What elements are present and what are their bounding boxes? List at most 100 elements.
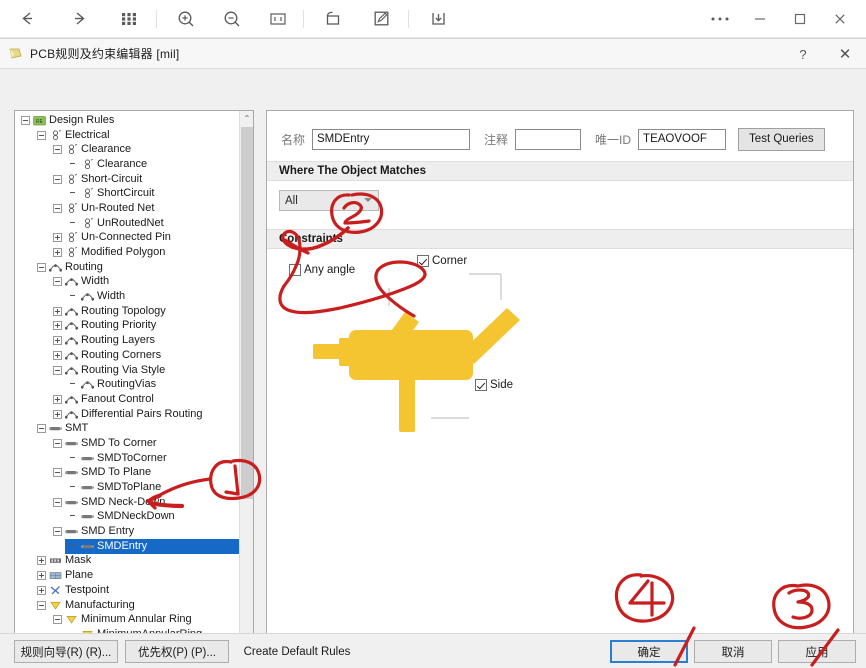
expand-icon[interactable] bbox=[53, 233, 62, 242]
tree-item-unroutednet[interactable]: UnRoutedNet bbox=[15, 216, 240, 231]
back-arrow-icon[interactable] bbox=[10, 4, 44, 34]
tree-item-smdneckdown[interactable]: SMDNeckDown bbox=[15, 510, 240, 525]
checkbox-any-angle[interactable]: Any angle bbox=[289, 264, 355, 276]
dialog-help-button[interactable]: ? bbox=[782, 39, 824, 69]
tree-item-smd-entry[interactable]: SMD Entry bbox=[15, 524, 240, 539]
dialog-title: PCB规则及约束编辑器 [mil] bbox=[30, 45, 179, 62]
scope-select[interactable]: All bbox=[279, 190, 379, 211]
tree-item-fanout-control[interactable]: Fanout Control bbox=[15, 392, 240, 407]
tree-item-routing-corners[interactable]: Routing Corners bbox=[15, 348, 240, 363]
expand-icon[interactable] bbox=[53, 410, 62, 419]
tree-item-shortcircuit[interactable]: ShortCircuit bbox=[15, 186, 240, 201]
tree-scroll-up-button[interactable]: ⌃ bbox=[240, 111, 254, 126]
tree-item-routing[interactable]: Routing bbox=[15, 260, 240, 275]
rule-comment-input[interactable] bbox=[515, 129, 581, 150]
zoom-in-icon[interactable] bbox=[169, 4, 203, 34]
cancel-button[interactable]: 取消 bbox=[694, 640, 772, 663]
collapse-icon[interactable] bbox=[53, 175, 62, 184]
tree-item-mask[interactable]: Mask bbox=[15, 554, 240, 569]
collapse-icon[interactable] bbox=[53, 498, 62, 507]
tree-item-testpoint[interactable]: Testpoint bbox=[15, 583, 240, 598]
rule-name-input[interactable]: SMDEntry bbox=[312, 129, 470, 150]
ok-button[interactable]: 确定 bbox=[610, 640, 688, 663]
tree-item-un-connected-pin[interactable]: Un-Connected Pin bbox=[15, 231, 240, 246]
tree-item-routing-topology[interactable]: Routing Topology bbox=[15, 304, 240, 319]
tree-item-clearance[interactable]: Clearance bbox=[15, 157, 240, 172]
expand-icon[interactable] bbox=[53, 395, 62, 404]
grid-view-icon[interactable] bbox=[112, 4, 146, 34]
tree-item-label: ShortCircuit bbox=[97, 188, 154, 199]
checkbox-corner-box[interactable] bbox=[417, 255, 429, 267]
collapse-icon[interactable] bbox=[53, 145, 62, 154]
tree-item-modified-polygon[interactable]: Modified Polygon bbox=[15, 245, 240, 260]
tree-item-manufacturing[interactable]: Manufacturing bbox=[15, 598, 240, 613]
tree-item-design-rules[interactable]: REDesign Rules bbox=[15, 113, 240, 128]
tree-item-routing-priority[interactable]: Routing Priority bbox=[15, 319, 240, 334]
collapse-icon[interactable] bbox=[53, 468, 62, 477]
expand-icon[interactable] bbox=[53, 351, 62, 360]
collapse-icon[interactable] bbox=[37, 263, 46, 272]
checkbox-any-angle-box[interactable] bbox=[289, 264, 301, 276]
expand-icon[interactable] bbox=[53, 307, 62, 316]
tree-item-smdentry[interactable]: SMDEntry bbox=[65, 539, 240, 554]
rule-unique-id-input[interactable]: TEAOVOOF bbox=[638, 129, 726, 150]
window-close-button[interactable] bbox=[820, 4, 860, 34]
tree-scrollbar-thumb[interactable] bbox=[241, 127, 253, 499]
collapse-icon[interactable] bbox=[37, 424, 46, 433]
collapse-icon[interactable] bbox=[37, 131, 46, 140]
expand-icon[interactable] bbox=[37, 556, 46, 565]
expand-icon[interactable] bbox=[53, 321, 62, 330]
expand-icon[interactable] bbox=[37, 571, 46, 580]
apply-button[interactable]: 应用 bbox=[778, 640, 856, 663]
tree-item-un-routed-net[interactable]: Un-Routed Net bbox=[15, 201, 240, 216]
expand-icon[interactable] bbox=[53, 336, 62, 345]
tree-item-smdtoplane[interactable]: SMDToPlane bbox=[15, 480, 240, 495]
expand-icon[interactable] bbox=[53, 248, 62, 257]
zoom-out-icon[interactable] bbox=[215, 4, 249, 34]
tree-scrollbar[interactable]: ⌃ ⌄ bbox=[239, 111, 253, 664]
actual-size-icon[interactable] bbox=[261, 4, 295, 34]
tree-item-clearance[interactable]: Clearance bbox=[15, 142, 240, 157]
tree-item-width[interactable]: Width bbox=[15, 289, 240, 304]
checkbox-corner[interactable]: Corner bbox=[417, 255, 467, 267]
collapse-icon[interactable] bbox=[53, 439, 62, 448]
forward-arrow-icon[interactable] bbox=[62, 4, 96, 34]
expand-icon[interactable] bbox=[37, 586, 46, 595]
design-rules-tree[interactable]: REDesign RulesElectricalClearanceClearan… bbox=[15, 111, 240, 664]
tree-item-smd-to-plane[interactable]: SMD To Plane bbox=[15, 466, 240, 481]
collapse-icon[interactable] bbox=[53, 366, 62, 375]
tree-item-minimum-annular-ring[interactable]: Minimum Annular Ring bbox=[15, 612, 240, 627]
collapse-icon[interactable] bbox=[37, 601, 46, 610]
tree-item-smdtocorner[interactable]: SMDToCorner bbox=[15, 451, 240, 466]
tree-item-width[interactable]: Width bbox=[15, 275, 240, 290]
rule-name-row: 名称 SMDEntry 注释 唯一ID TEAOVOOF Test Querie… bbox=[267, 123, 853, 155]
collapse-icon[interactable] bbox=[53, 527, 62, 536]
priority-button[interactable]: 优先权(P) (P)... bbox=[125, 640, 229, 663]
rule-wizard-button[interactable]: 规则向导(R) (R)... bbox=[14, 640, 118, 663]
more-options-icon[interactable] bbox=[700, 4, 740, 34]
tree-item-smd-neck-down[interactable]: SMD Neck-Down bbox=[15, 495, 240, 510]
tree-item-electrical[interactable]: Electrical bbox=[15, 128, 240, 143]
create-default-rules-button[interactable]: Create Default Rules bbox=[232, 640, 362, 663]
tree-item-smt[interactable]: SMT bbox=[15, 421, 240, 436]
checkbox-side[interactable]: Side bbox=[475, 379, 513, 391]
tree-item-short-circuit[interactable]: Short-Circuit bbox=[15, 172, 240, 187]
tree-item-routing-via-style[interactable]: Routing Via Style bbox=[15, 363, 240, 378]
window-maximize-button[interactable] bbox=[780, 4, 820, 34]
tree-item-routingvias[interactable]: RoutingVias bbox=[15, 377, 240, 392]
dialog-close-button[interactable]: ✕ bbox=[824, 39, 866, 69]
tree-item-plane[interactable]: Plane bbox=[15, 568, 240, 583]
tree-item-differential-pairs-routing[interactable]: Differential Pairs Routing bbox=[15, 407, 240, 422]
download-icon[interactable] bbox=[421, 4, 455, 34]
rotate-icon[interactable] bbox=[316, 4, 350, 34]
collapse-icon[interactable] bbox=[53, 615, 62, 624]
annotate-icon[interactable] bbox=[364, 4, 398, 34]
checkbox-side-box[interactable] bbox=[475, 379, 487, 391]
test-queries-button[interactable]: Test Queries bbox=[738, 128, 825, 151]
collapse-icon[interactable] bbox=[53, 277, 62, 286]
tree-item-smd-to-corner[interactable]: SMD To Corner bbox=[15, 436, 240, 451]
tree-item-routing-layers[interactable]: Routing Layers bbox=[15, 333, 240, 348]
collapse-icon[interactable] bbox=[21, 116, 30, 125]
window-minimize-button[interactable] bbox=[740, 4, 780, 34]
collapse-icon[interactable] bbox=[53, 204, 62, 213]
